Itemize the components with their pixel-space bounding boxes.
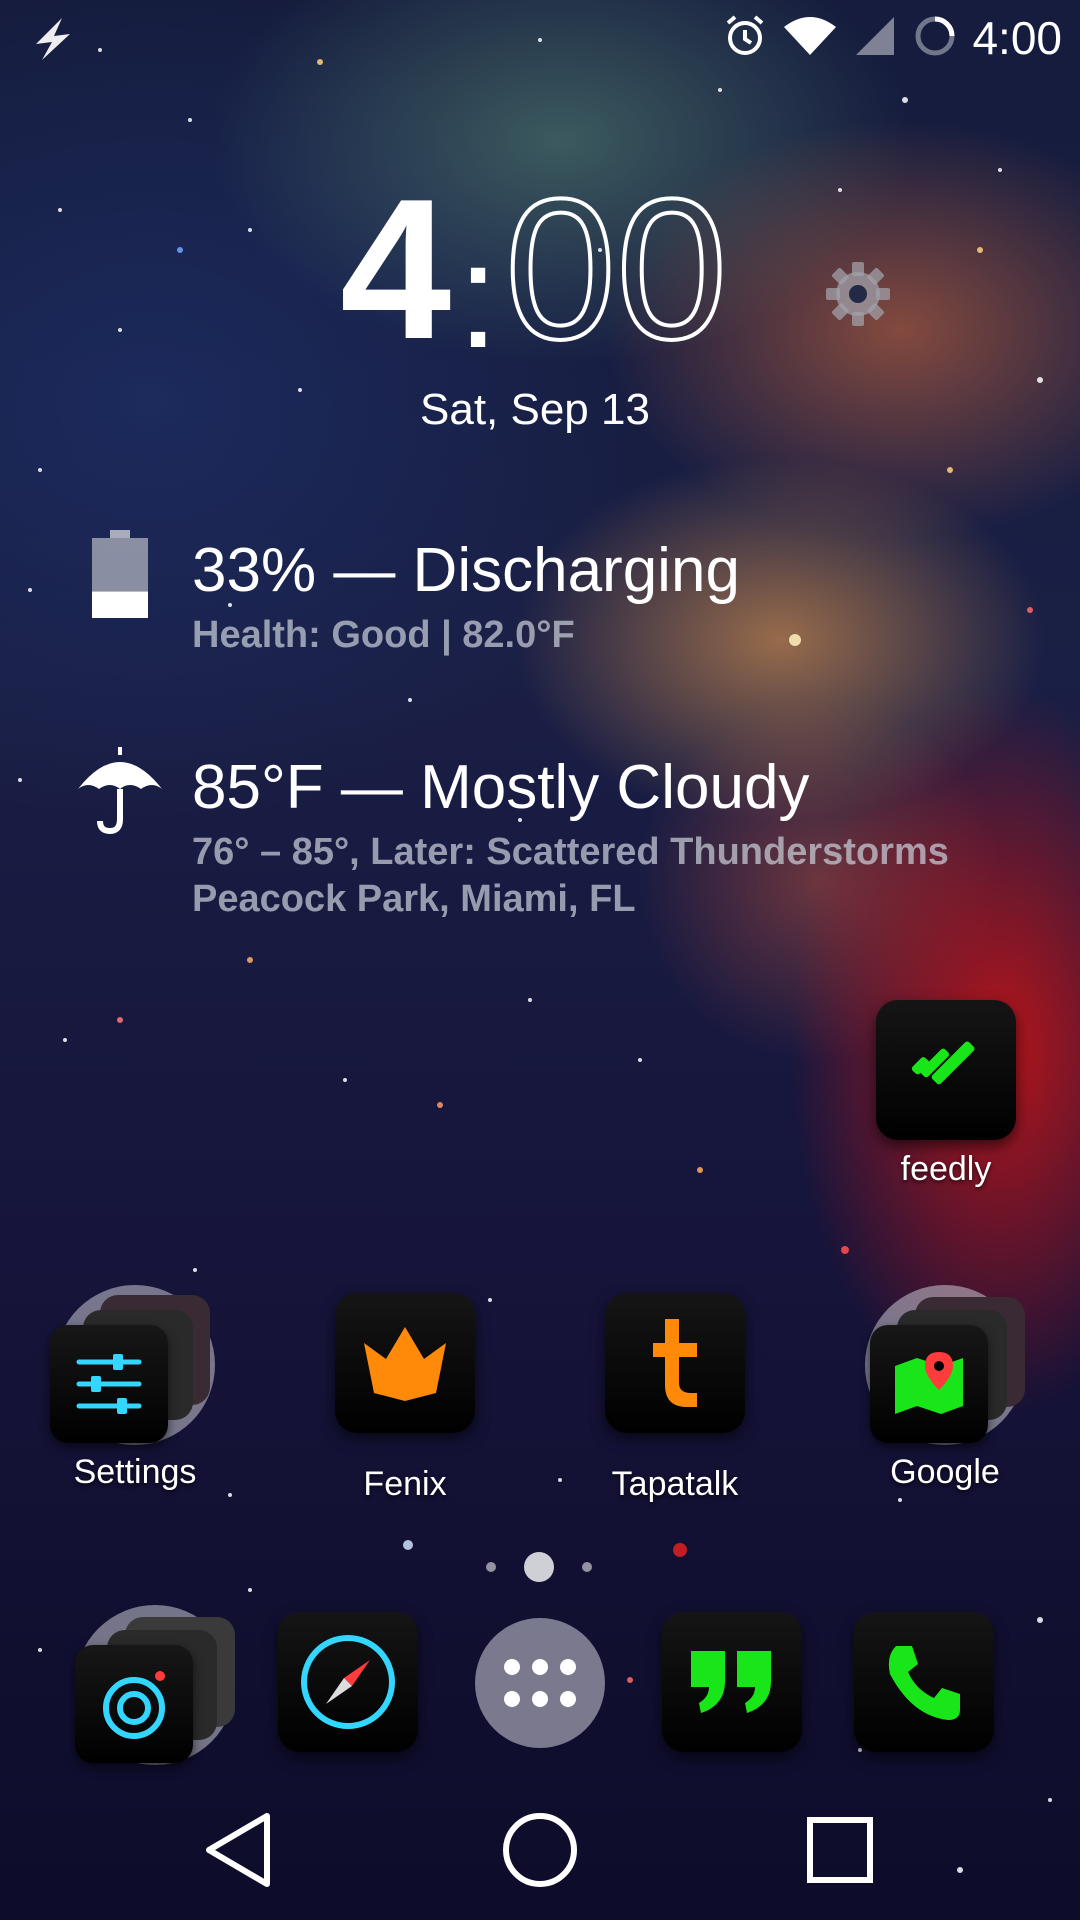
back-button[interactable] — [198, 1810, 278, 1890]
clock-date: Sat, Sep 13 — [420, 385, 650, 434]
page-dot — [486, 1562, 496, 1572]
tapatalk-icon — [605, 1293, 745, 1433]
google-folder-icon — [865, 1285, 1025, 1445]
app-label: Google — [890, 1453, 1000, 1491]
status-time: 4:00 — [972, 12, 1062, 64]
settings-folder-icon — [50, 1285, 215, 1445]
app-drawer-button[interactable] — [475, 1618, 605, 1748]
dock-browser[interactable] — [278, 1612, 418, 1752]
alarm-icon — [722, 13, 768, 64]
weather-forecast: 76° – 85°, Later: Scattered Thunderstorm… — [192, 831, 949, 873]
wifi-icon — [782, 13, 838, 64]
app-label: Fenix — [363, 1465, 447, 1503]
clock-widget[interactable]: 4 : 00 — [340, 168, 729, 379]
signal-icon — [852, 13, 898, 64]
weather-widget[interactable]: 85°F — Mostly Cloudy 76° – 85°, Later: S… — [192, 752, 949, 921]
app-tapatalk[interactable]: Tapatalk — [590, 1293, 760, 1504]
feedly-icon — [876, 1000, 1016, 1140]
camera-icon — [75, 1645, 193, 1763]
charging-bolt-icon — [28, 14, 78, 64]
camera-folder-icon — [75, 1605, 235, 1765]
battery-widget[interactable]: 33% — Discharging Health: Good | 82.0°F — [192, 535, 740, 657]
app-label: feedly — [900, 1150, 992, 1188]
maps-icon — [870, 1325, 988, 1443]
page-dot-active — [524, 1552, 554, 1582]
hangouts-icon — [662, 1612, 802, 1752]
folder-google[interactable]: Google — [860, 1285, 1030, 1492]
weather-location: Peacock Park, Miami, FL — [192, 878, 636, 920]
dock-camera-folder[interactable] — [75, 1605, 240, 1765]
phone-icon — [854, 1612, 994, 1752]
recents-button[interactable] — [800, 1810, 880, 1890]
app-fenix[interactable]: Fenix — [320, 1293, 490, 1504]
umbrella-icon — [74, 745, 166, 835]
back-icon — [206, 1813, 270, 1887]
page-dot — [582, 1562, 592, 1572]
home-icon — [503, 1813, 577, 1887]
clock-separator: : — [457, 211, 499, 379]
compass-icon — [278, 1612, 418, 1752]
app-feedly[interactable]: feedly — [861, 1000, 1031, 1189]
battery-status: 33% — Discharging — [192, 536, 740, 605]
battery-ring-icon — [912, 13, 958, 64]
clock-minute: 00 — [503, 158, 729, 381]
battery-detail: Health: Good | 82.0°F — [192, 614, 575, 656]
clock-hour: 4 — [340, 158, 452, 381]
sliders-icon — [50, 1325, 168, 1443]
dock-hangouts[interactable] — [662, 1612, 802, 1752]
weather-current: 85°F — Mostly Cloudy — [192, 753, 810, 822]
home-button[interactable] — [500, 1810, 580, 1890]
app-label: Tapatalk — [611, 1465, 739, 1503]
app-label: Settings — [73, 1453, 197, 1491]
dock-phone[interactable] — [854, 1612, 994, 1752]
status-bar: 4:00 — [722, 12, 1062, 64]
recents-icon — [807, 1817, 873, 1883]
page-indicator — [486, 1552, 592, 1582]
battery-icon — [92, 530, 148, 618]
folder-settings[interactable]: Settings — [50, 1285, 220, 1492]
fenix-icon — [335, 1293, 475, 1433]
gear-icon[interactable] — [822, 258, 894, 330]
app-drawer-icon — [504, 1659, 576, 1707]
